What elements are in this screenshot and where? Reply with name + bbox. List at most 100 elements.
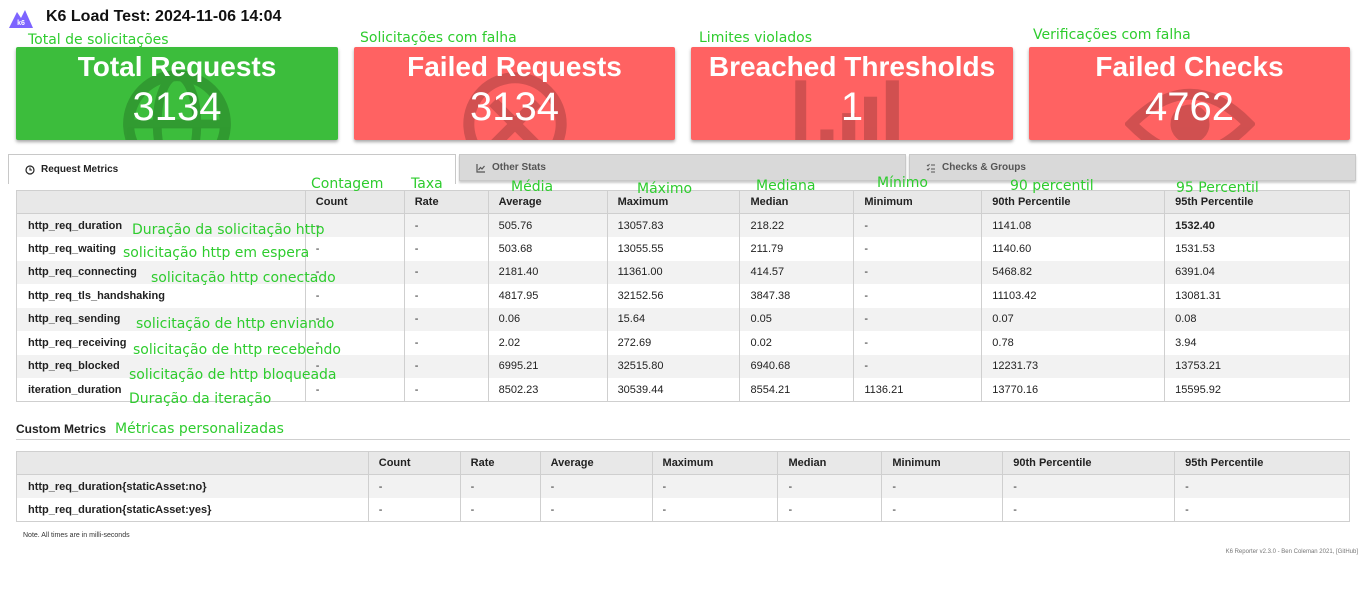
metric-value-cell: 8502.23: [487, 378, 608, 402]
table-row: http_req_duration{staticAsset:no} - - - - - - -…: [16, 474, 1350, 498]
metric-value-cell: 4817.95: [487, 284, 608, 308]
overlay-col-minimum: Mínimo: [877, 175, 928, 191]
metric-value-cell: -: [539, 498, 653, 522]
col-header-metric: [16, 190, 306, 214]
overlay-card-thresholds: Limites violados: [699, 30, 813, 46]
col-header-p95: 95th Percentile: [1174, 451, 1350, 475]
custom-metrics-table: Count Rate Average Maximum Median Minimu…: [16, 451, 1350, 522]
tab-other-stats[interactable]: Other Stats: [459, 154, 906, 181]
overlay-row-duration: Duração da solicitação http: [132, 222, 325, 238]
metric-value-cell: 13753.21: [1164, 354, 1350, 378]
metric-value-cell: 0.06: [487, 307, 608, 331]
overlay-card-total: Total de solicitações: [28, 32, 169, 48]
card-value: 3134: [470, 85, 559, 129]
metric-value-cell: 1140.60: [981, 237, 1165, 261]
metric-value-cell: 1532.40: [1164, 213, 1350, 237]
metric-value-cell: -: [1002, 474, 1175, 498]
footer-credit: K6 Reporter v2.3.0 - Ben Coleman 2021, […: [1225, 549, 1358, 555]
col-header-p90: 90th Percentile: [1002, 451, 1176, 475]
metric-value-cell: 0.08: [1164, 307, 1350, 331]
metric-value-cell: -: [459, 474, 541, 498]
metric-value-cell: -: [777, 498, 882, 522]
metric-value-cell: -: [853, 331, 982, 355]
metric-value-cell: -: [853, 307, 982, 331]
metric-value-cell: 0.07: [981, 307, 1165, 331]
overlay-row-sending: solicitação de http enviando: [136, 316, 335, 332]
metric-value-cell: 13770.16: [981, 378, 1165, 402]
col-header-minimum: Minimum: [881, 451, 1004, 475]
page-header: k6 K6 Load Test: 2024-11-06 14:04: [8, 4, 281, 30]
metric-value-cell: 505.76: [487, 213, 608, 237]
overlay-col-count: Contagem: [311, 176, 384, 192]
card-title: Failed Checks: [1095, 51, 1284, 82]
table-row: http_req_tls_handshaking - -4817.95 32152.5…: [16, 284, 1350, 308]
metric-value-cell: 13057.83: [606, 213, 740, 237]
metric-value-cell: 272.69: [606, 331, 740, 355]
metric-value-cell: 414.57: [739, 260, 854, 284]
metric-value-cell: -: [403, 378, 489, 402]
metric-value-cell: 0.05: [739, 307, 854, 331]
svg-text:k6: k6: [17, 20, 25, 27]
card-total-requests: Total Requests 3134: [16, 47, 338, 140]
metric-value-cell: 1141.08: [981, 213, 1165, 237]
tab-label: Request Metrics: [41, 164, 119, 175]
overlay-card-checks: Verificações com falha: [1033, 27, 1191, 43]
metric-value-cell: -: [403, 260, 489, 284]
overlay-row-iteration: Duração da iteração: [129, 391, 272, 407]
tab-request-metrics[interactable]: Request Metrics: [8, 154, 456, 184]
col-header-minimum: Minimum: [853, 190, 983, 214]
card-title: Total Requests: [77, 51, 277, 82]
metric-value-cell: 30539.44: [606, 378, 740, 402]
card-failed-requests: Failed Requests 3134: [354, 47, 675, 140]
metric-value-cell: -: [853, 213, 982, 237]
table-row: http_req_duration{staticAsset:yes} - - - - - -…: [16, 498, 1350, 522]
metric-value-cell: 13055.55: [606, 237, 740, 261]
metric-name-cell: http_req_tls_handshaking: [16, 284, 306, 308]
metric-value-cell: -: [403, 237, 489, 261]
metric-value-cell: 12231.73: [981, 354, 1165, 378]
col-header-rate: Rate: [459, 451, 541, 475]
metric-value-cell: 8554.21: [739, 378, 854, 402]
metric-value-cell: -: [651, 474, 778, 498]
metric-value-cell: 2.02: [487, 331, 608, 355]
card-breached-thresholds: Breached Thresholds 1: [691, 47, 1013, 140]
card-value: 1: [840, 85, 864, 129]
overlay-col-rate: Taxa: [411, 176, 443, 192]
metric-value-cell: -: [881, 474, 1003, 498]
metric-value-cell: -: [403, 213, 489, 237]
chart-line-icon: [476, 163, 485, 173]
metric-value-cell: 11361.00: [606, 260, 740, 284]
overlay-row-connecting: solicitação http conectado: [151, 270, 336, 286]
col-header-count: Count: [304, 190, 405, 214]
overlay-col-average: Média: [511, 179, 554, 195]
overlay-col-p90: 90 percentil: [1010, 178, 1094, 194]
page-title: K6 Load Test: 2024-11-06 14:04: [46, 8, 282, 25]
metric-value-cell: -: [651, 498, 778, 522]
clock-icon: [25, 164, 35, 175]
metric-value-cell: 0.02: [739, 331, 854, 355]
custom-metrics-title: Custom Metrics: [16, 422, 107, 436]
metric-value-cell: 1136.21: [853, 378, 982, 402]
metric-value-cell: 6940.68: [739, 354, 854, 378]
metric-value-cell: -: [1002, 498, 1175, 522]
metric-value-cell: -: [539, 474, 653, 498]
table-header-row: Count Rate Average Maximum Median Minimu…: [16, 451, 1350, 475]
metric-value-cell: -: [403, 331, 489, 355]
card-value: 3134: [132, 85, 222, 129]
tab-bar: Request Metrics Other Stats Checks & Gro…: [8, 154, 1356, 184]
tab-label: Checks & Groups: [942, 162, 1026, 173]
metric-value-cell: 6995.21: [487, 354, 608, 378]
col-header-rate: Rate: [403, 190, 489, 214]
tab-checks-groups[interactable]: Checks & Groups: [909, 154, 1356, 181]
overlay-custom-metrics: Métricas personalizadas: [115, 421, 284, 437]
list-check-icon: [926, 163, 935, 172]
metric-value-cell: -: [853, 354, 982, 378]
metric-value-cell: 0.78: [981, 331, 1165, 355]
metric-value-cell: 32152.56: [606, 284, 740, 308]
metric-value-cell: -: [853, 284, 982, 308]
metric-value-cell: 211.79: [739, 237, 854, 261]
card-value: 4762: [1145, 85, 1234, 129]
card-title: Breached Thresholds: [708, 51, 996, 82]
metric-value-cell: 15.64: [606, 307, 740, 331]
metric-value-cell: -: [881, 498, 1003, 522]
